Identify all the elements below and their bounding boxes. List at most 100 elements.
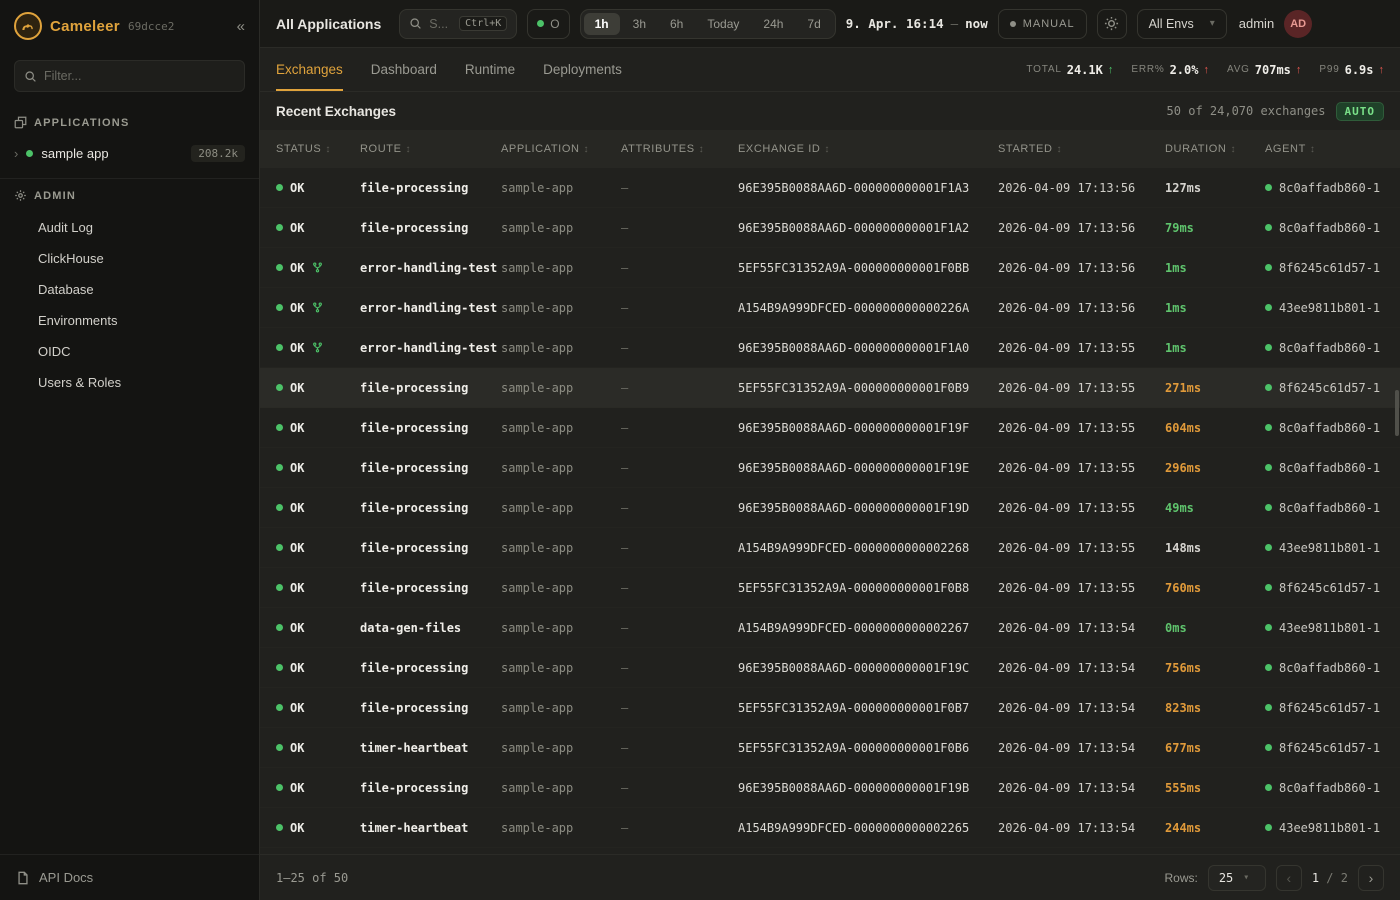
avatar[interactable]: AD xyxy=(1284,10,1312,38)
applications-section-text: APPLICATIONS xyxy=(34,117,129,129)
column-header-started[interactable]: STARTED↕ xyxy=(998,143,1165,155)
sort-icon: ↕ xyxy=(1230,144,1236,155)
sidebar-collapse-icon[interactable]: « xyxy=(237,18,245,35)
agent-status-dot xyxy=(1265,664,1272,671)
table-row[interactable]: OKerror-handling-testsample-app—A154B9A9… xyxy=(260,288,1400,328)
table-row[interactable]: OKdata-gen-filessample-app—A154B9A999DFC… xyxy=(260,608,1400,648)
stat-avg: AVG707ms↑ xyxy=(1227,63,1301,77)
sidebar-item-database[interactable]: Database xyxy=(0,274,259,305)
table-row[interactable]: OKfile-processingsample-app—96E395B0088A… xyxy=(260,648,1400,688)
table-row[interactable]: OKtimer-heartbeatsample-app—5EF55FC31352… xyxy=(260,728,1400,768)
attributes-cell: — xyxy=(621,341,738,355)
exchange-id-cell: 96E395B0088AA6D-000000000001F19D xyxy=(738,501,998,515)
agent-cell: 8f6245c61d57-1 xyxy=(1265,701,1400,715)
rows-per-page-select[interactable]: 25 ▾ xyxy=(1208,865,1266,891)
column-header-attributes[interactable]: ATTRIBUTES↕ xyxy=(621,143,738,155)
time-range-6h[interactable]: 6h xyxy=(659,13,694,35)
fanout-icon xyxy=(312,262,323,273)
sidebar-item-environments[interactable]: Environments xyxy=(0,305,259,336)
table-row[interactable]: OKfile-processingsample-app—A154B9A999DF… xyxy=(260,528,1400,568)
page-separator: / xyxy=(1326,871,1333,885)
column-header-agent[interactable]: AGENT↕ xyxy=(1265,143,1400,155)
attributes-cell: — xyxy=(621,501,738,515)
column-header-status[interactable]: STATUS↕ xyxy=(276,143,360,155)
sidebar-item-sample-app[interactable]: › sample app 208.2k xyxy=(0,139,259,168)
table-row[interactable]: OKtimer-heartbeatsample-app—A154B9A999DF… xyxy=(260,808,1400,848)
date-range-picker[interactable]: 9. Apr. 16:14 — now xyxy=(846,16,988,31)
stat-value: 24.1K xyxy=(1067,63,1103,77)
agent-status-dot xyxy=(1265,624,1272,631)
agent-status-dot xyxy=(1265,224,1272,231)
tab-dashboard[interactable]: Dashboard xyxy=(371,48,437,91)
sidebar-item-oidc[interactable]: OIDC xyxy=(0,336,259,367)
sidebar-filter[interactable] xyxy=(14,60,245,92)
table-row[interactable]: OKfile-processingsample-app—96E395B0088A… xyxy=(260,488,1400,528)
attributes-cell: — xyxy=(621,421,738,435)
duration-cell: 148ms xyxy=(1165,541,1265,555)
exchange-id-cell: 5EF55FC31352A9A-000000000001F0B6 xyxy=(738,741,998,755)
api-docs-link[interactable]: API Docs xyxy=(0,854,259,900)
table-row[interactable]: OKfile-processingsample-app—5EF55FC31352… xyxy=(260,568,1400,608)
table-row[interactable]: OKfile-processingsample-app—96E395B0088A… xyxy=(260,168,1400,208)
table-row[interactable]: OKfile-processingsample-app—5EF55FC31352… xyxy=(260,368,1400,408)
column-label: ATTRIBUTES xyxy=(621,143,695,155)
app-root: Cameleer 69dcce2 « APPLICATIONS › sample… xyxy=(0,0,1400,900)
sidebar-item-users-roles[interactable]: Users & Roles xyxy=(0,367,259,398)
prev-page-button[interactable]: ‹ xyxy=(1276,865,1302,891)
time-range-today[interactable]: Today xyxy=(696,13,750,35)
table-row[interactable]: OKfile-processingsample-app—96E395B0088A… xyxy=(260,208,1400,248)
stat-p99: P996.9s↑ xyxy=(1319,63,1384,77)
column-label: APPLICATION xyxy=(501,143,580,155)
app-item-label: sample app xyxy=(41,146,108,161)
table-row[interactable]: OKfile-processingsample-app—96E395B0088A… xyxy=(260,408,1400,448)
table-row[interactable]: OKfile-processingsample-app—96E395B0088A… xyxy=(260,448,1400,488)
env-select[interactable]: All Envs ▾ xyxy=(1137,9,1227,39)
sidebar-item-clickhouse[interactable]: ClickHouse xyxy=(0,243,259,274)
duration-cell: 0ms xyxy=(1165,621,1265,635)
manual-refresh-button[interactable]: MANUAL xyxy=(998,9,1087,39)
tab-exchanges[interactable]: Exchanges xyxy=(276,48,343,91)
sidebar-item-audit-log[interactable]: Audit Log xyxy=(0,212,259,243)
started-cell: 2026-04-09 17:13:54 xyxy=(998,821,1165,835)
auto-refresh-badge[interactable]: AUTO xyxy=(1336,102,1385,121)
route-cell: file-processing xyxy=(360,501,501,515)
column-header-duration[interactable]: DURATION↕ xyxy=(1165,143,1265,155)
duration-cell: 677ms xyxy=(1165,741,1265,755)
scrollbar-thumb[interactable] xyxy=(1395,390,1399,436)
column-header-exchange-id[interactable]: EXCHANGE ID↕ xyxy=(738,143,998,155)
column-header-application[interactable]: APPLICATION↕ xyxy=(501,143,621,155)
theme-toggle-button[interactable] xyxy=(1097,9,1127,39)
status-ok-dot xyxy=(276,824,283,831)
stat-label: ERR% xyxy=(1131,64,1164,75)
table-row[interactable]: OKfile-processingsample-app—5EF55FC31352… xyxy=(260,688,1400,728)
pagination-range: 1–25 of 50 xyxy=(276,871,348,885)
table-row[interactable]: OKerror-handling-testsample-app—5EF55FC3… xyxy=(260,248,1400,288)
next-page-button[interactable]: › xyxy=(1358,865,1384,891)
global-search[interactable]: S... Ctrl+K xyxy=(399,9,517,39)
table-row[interactable]: OKfile-processingsample-app—96E395B0088A… xyxy=(260,768,1400,808)
table-footer: 1–25 of 50 Rows: 25 ▾ ‹ 1 / 2 › xyxy=(260,854,1400,900)
column-label: STATUS xyxy=(276,143,321,155)
column-header-route[interactable]: ROUTE↕ xyxy=(360,143,501,155)
filter-input[interactable] xyxy=(44,69,235,83)
stat-value: 6.9s xyxy=(1345,63,1374,77)
started-cell: 2026-04-09 17:13:55 xyxy=(998,501,1165,515)
started-cell: 2026-04-09 17:13:55 xyxy=(998,341,1165,355)
sort-icon: ↕ xyxy=(1057,144,1063,155)
status-cell: OK xyxy=(276,381,360,395)
tab-deployments[interactable]: Deployments xyxy=(543,48,622,91)
table-row[interactable]: OKerror-handling-testsample-app—96E395B0… xyxy=(260,328,1400,368)
time-range-24h[interactable]: 24h xyxy=(752,13,794,35)
time-range-1h[interactable]: 1h xyxy=(584,13,620,35)
route-cell: file-processing xyxy=(360,181,501,195)
agent-cell: 8c0affadb860-1 xyxy=(1265,341,1400,355)
tab-runtime[interactable]: Runtime xyxy=(465,48,515,91)
time-range-3h[interactable]: 3h xyxy=(622,13,657,35)
started-cell: 2026-04-09 17:13:55 xyxy=(998,541,1165,555)
live-indicator[interactable]: O xyxy=(527,9,569,39)
time-range-7d[interactable]: 7d xyxy=(796,13,831,35)
agent-cell: 8c0affadb860-1 xyxy=(1265,461,1400,475)
user-name: admin xyxy=(1239,16,1274,31)
exchange-id-cell: A154B9A999DFCED-0000000000002265 xyxy=(738,821,998,835)
duration-cell: 296ms xyxy=(1165,461,1265,475)
